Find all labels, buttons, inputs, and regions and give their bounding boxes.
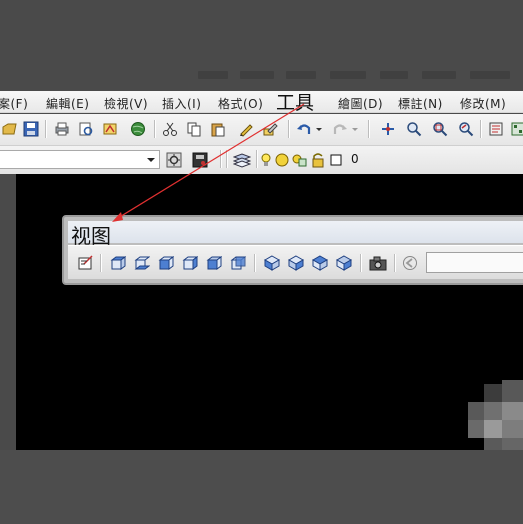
- pan-realtime-icon[interactable]: [378, 119, 398, 139]
- zoom-window-icon[interactable]: [430, 119, 450, 139]
- globe-icon[interactable]: [128, 119, 148, 139]
- workspace-combo[interactable]: [0, 150, 160, 169]
- current-layer-name[interactable]: 0: [351, 152, 359, 166]
- view-toolbar-buttons: [68, 245, 523, 279]
- ghost-text-strip: [190, 68, 523, 86]
- canvas-left-border: [0, 174, 16, 450]
- save-icon[interactable]: [21, 119, 41, 139]
- toolbar-separator: [226, 150, 227, 168]
- zoom-previous-icon[interactable]: [456, 119, 476, 139]
- design-center-icon[interactable]: [508, 119, 523, 139]
- left-view-icon[interactable]: [156, 253, 176, 273]
- toolbar-separator: [256, 150, 257, 168]
- chevron-down-icon[interactable]: [145, 153, 157, 166]
- print-icon[interactable]: [52, 119, 72, 139]
- named-views-icon[interactable]: [76, 253, 96, 273]
- paste-icon[interactable]: [208, 119, 228, 139]
- properties-icon[interactable]: [486, 119, 506, 139]
- top-view-icon[interactable]: [108, 253, 128, 273]
- menu-edit[interactable]: 編輯(E): [46, 95, 89, 112]
- menu-insert[interactable]: 插入(I): [162, 95, 201, 112]
- nw-isometric-icon[interactable]: [334, 253, 354, 273]
- layer-on-icon[interactable]: [259, 150, 273, 170]
- layers-toolbar: 0: [0, 146, 523, 174]
- layer-thaw-icon[interactable]: [274, 150, 290, 170]
- toolbar-separator: [220, 150, 221, 168]
- menu-file[interactable]: 案(F): [0, 95, 28, 112]
- menu-view[interactable]: 檢視(V): [104, 95, 148, 112]
- plot-icon[interactable]: [100, 119, 120, 139]
- toolbar-separator: [368, 120, 369, 138]
- copy-icon[interactable]: [184, 119, 204, 139]
- redo-dropdown-icon[interactable]: [350, 119, 360, 139]
- view-toolbar-titlebar[interactable]: 视图: [68, 221, 523, 248]
- menu-format[interactable]: 格式(O): [218, 95, 263, 112]
- sw-isometric-icon[interactable]: [262, 253, 282, 273]
- undo-icon[interactable]: [294, 119, 314, 139]
- right-view-icon[interactable]: [180, 253, 200, 273]
- toolbar-separator: [45, 120, 46, 138]
- ne-isometric-icon[interactable]: [310, 253, 330, 273]
- toolbar-separator: [480, 120, 481, 138]
- front-view-icon[interactable]: [204, 253, 224, 273]
- layer-color-swatch[interactable]: [328, 150, 344, 170]
- menu-bar: 案(F) 編輯(E) 檢視(V) 插入(I) 格式(O) 工具 繪圖(D) 標註…: [0, 88, 523, 115]
- view-toolbar-panel[interactable]: 视图: [62, 215, 523, 285]
- match-properties-icon[interactable]: [236, 119, 256, 139]
- se-isometric-icon[interactable]: [286, 253, 306, 273]
- redo-icon[interactable]: [330, 119, 350, 139]
- back-view-icon[interactable]: [228, 253, 248, 273]
- workspace-settings-icon[interactable]: [164, 150, 184, 170]
- camera-icon[interactable]: [368, 253, 388, 273]
- layer-viewport-icon[interactable]: [290, 150, 308, 170]
- menu-tools[interactable]: 工具: [276, 88, 314, 115]
- workspace-save-icon[interactable]: [190, 150, 210, 170]
- toolbar-separator: [394, 254, 395, 272]
- standard-toolbar: [0, 114, 523, 146]
- menu-draw[interactable]: 繪圖(D): [338, 95, 383, 112]
- open-icon[interactable]: [0, 119, 20, 139]
- toolbar-separator: [254, 254, 255, 272]
- bottom-area: [0, 450, 523, 524]
- menu-dimension[interactable]: 標註(N): [398, 95, 443, 112]
- zoom-realtime-icon[interactable]: [404, 119, 424, 139]
- toolbar-separator: [360, 254, 361, 272]
- cut-icon[interactable]: [160, 119, 180, 139]
- view-name-field[interactable]: [426, 252, 523, 273]
- toolbar-separator: [288, 120, 289, 138]
- bottom-view-icon[interactable]: [132, 253, 152, 273]
- undo-dropdown-icon[interactable]: [314, 119, 324, 139]
- screenshot-stage: 案(F) 編輯(E) 檢視(V) 插入(I) 格式(O) 工具 繪圖(D) 標註…: [0, 0, 523, 524]
- layer-manager-icon[interactable]: [232, 150, 252, 170]
- block-editor-icon[interactable]: [260, 119, 280, 139]
- view-back-icon[interactable]: [400, 253, 420, 273]
- menu-modify[interactable]: 修改(M): [460, 95, 506, 112]
- toolbar-separator: [100, 254, 101, 272]
- toolbar-separator: [154, 120, 155, 138]
- layer-lock-icon[interactable]: [310, 150, 326, 170]
- print-preview-icon[interactable]: [76, 119, 96, 139]
